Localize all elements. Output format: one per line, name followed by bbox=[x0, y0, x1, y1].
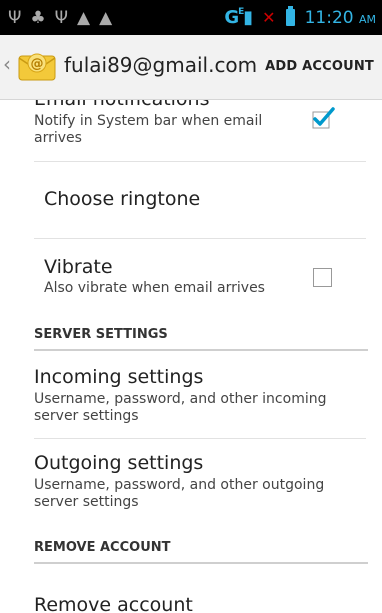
android-debug-icon: ♣ bbox=[30, 7, 46, 28]
pref-title: Incoming settings bbox=[34, 366, 204, 388]
pref-remove-account[interactable]: Remove account bbox=[34, 594, 362, 613]
divider bbox=[34, 238, 366, 239]
vibrate-checkbox[interactable] bbox=[313, 268, 332, 287]
status-bar: Ψ ♣ Ψ ▲ ▲ GE▮ ✕ 11:20 AM bbox=[0, 0, 382, 35]
section-divider bbox=[34, 562, 368, 564]
clock: 11:20 AM bbox=[304, 7, 376, 28]
pref-incoming-settings[interactable]: Incoming settings Username, password, an… bbox=[34, 366, 362, 425]
pref-title: Choose ringtone bbox=[44, 188, 201, 210]
warning-icon: ▲ bbox=[99, 7, 113, 28]
settings-list: Email notifications Notify in System bar… bbox=[0, 100, 382, 613]
pref-choose-ringtone[interactable]: Choose ringtone bbox=[44, 188, 362, 210]
no-sim-icon: ✕ bbox=[262, 8, 276, 27]
signal-icon: GE▮ bbox=[224, 7, 253, 28]
add-account-button[interactable]: ADD ACCOUNT bbox=[265, 59, 374, 74]
pref-summary: Notify in System bar when email arrives bbox=[34, 113, 263, 146]
battery-icon bbox=[285, 6, 295, 26]
pref-summary: Also vibrate when email arrives bbox=[44, 280, 265, 296]
section-header-remove-account: REMOVE ACCOUNT bbox=[34, 540, 171, 555]
divider bbox=[34, 438, 366, 439]
notification-icons: Ψ ♣ Ψ ▲ ▲ bbox=[8, 0, 112, 35]
pref-summary: Username, password, and other incoming s… bbox=[34, 391, 327, 424]
status-right: GE▮ ✕ 11:20 AM bbox=[224, 0, 376, 35]
usb-icon: Ψ bbox=[54, 7, 69, 28]
section-divider bbox=[34, 349, 368, 351]
pref-outgoing-settings[interactable]: Outgoing settings Username, password, an… bbox=[34, 452, 362, 511]
pref-summary: Username, password, and other outgoing s… bbox=[34, 477, 325, 510]
warning-icon: ▲ bbox=[77, 7, 91, 28]
action-bar: ‹ @ fulai89@gmail.com ADD ACCOUNT bbox=[0, 35, 382, 100]
back-caret-icon[interactable]: ‹ bbox=[3, 52, 11, 76]
pref-title: Remove account bbox=[34, 594, 193, 613]
pref-title: Outgoing settings bbox=[34, 452, 204, 474]
section-header-server-settings: SERVER SETTINGS bbox=[34, 327, 168, 342]
email-app-icon[interactable]: @ bbox=[17, 49, 59, 83]
svg-text:@: @ bbox=[31, 57, 44, 72]
usb-icon: Ψ bbox=[8, 7, 22, 28]
email-notifications-checkbox[interactable] bbox=[310, 106, 336, 130]
account-title: fulai89@gmail.com bbox=[64, 53, 258, 77]
divider bbox=[34, 161, 366, 162]
